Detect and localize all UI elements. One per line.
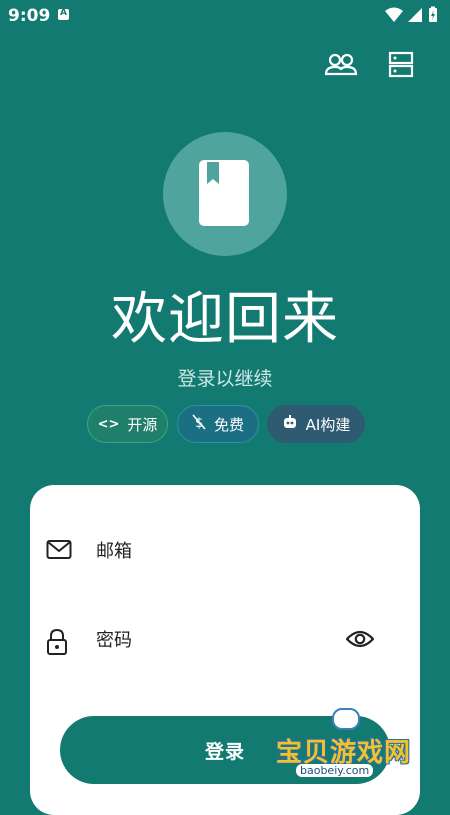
password-input[interactable] xyxy=(96,626,306,654)
status-bar: 9:09 xyxy=(0,0,450,32)
password-field-row[interactable] xyxy=(46,616,386,664)
server-icon[interactable] xyxy=(384,50,418,80)
page-subtitle: 登录以继续 xyxy=(177,368,273,390)
app-logo xyxy=(163,132,287,256)
gamepad-icon xyxy=(332,708,360,730)
chip-label: AI构建 xyxy=(305,415,351,434)
chip-free[interactable]: $ 免费 xyxy=(177,405,259,443)
chip-label: 开源 xyxy=(127,415,158,434)
chip-label: 免费 xyxy=(213,415,244,434)
email-field-row[interactable] xyxy=(46,527,386,575)
eye-icon[interactable] xyxy=(346,628,374,650)
lock-icon xyxy=(47,628,67,655)
page-title: 欢迎回来 xyxy=(111,287,339,352)
status-time: 9:09 xyxy=(8,6,51,26)
bookmark-book-icon xyxy=(199,160,249,226)
dollar-slash-icon: $ xyxy=(192,414,206,434)
status-icons xyxy=(384,6,444,24)
wifi-icon xyxy=(385,7,403,22)
watermark-url: baobeiy.com xyxy=(296,764,374,777)
group-icon[interactable] xyxy=(324,50,358,80)
code-icon: <> xyxy=(97,416,120,432)
app-notification-icon xyxy=(58,8,69,20)
mail-icon xyxy=(46,540,72,559)
robot-icon xyxy=(282,414,298,434)
signal-icon xyxy=(408,8,422,22)
battery-charging-icon xyxy=(429,6,437,22)
watermark: 宝贝游戏网 baobeiy.com xyxy=(274,704,424,786)
chip-open-source[interactable]: <> 开源 xyxy=(87,405,168,443)
chip-ai-built[interactable]: AI构建 xyxy=(267,405,365,443)
email-input[interactable] xyxy=(96,537,306,565)
